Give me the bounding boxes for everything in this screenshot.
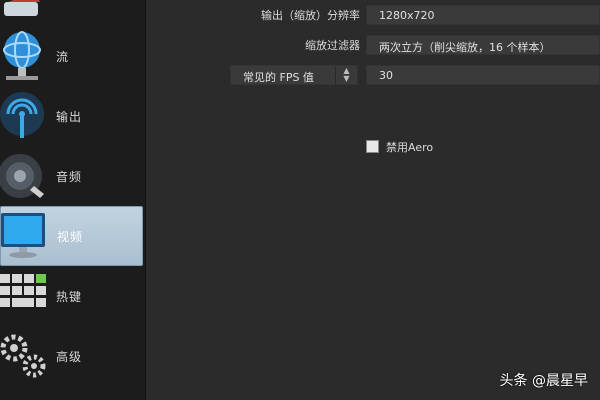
sidebar-item-label: 流	[56, 49, 70, 64]
output-resolution-label: 输出（缩放）分辨率	[261, 9, 360, 22]
fps-row: 常见的 FPS 值 ▲ ▼ 30	[146, 64, 600, 86]
sidebar-item-video[interactable]: 视频	[0, 206, 143, 266]
sidebar-item-output[interactable]: 输出	[0, 86, 145, 146]
chevron-updown-icon[interactable]: ▲ ▼	[335, 66, 357, 84]
sidebar-item-advanced[interactable]: 高级	[0, 326, 145, 386]
sidebar-item-label: 热键	[56, 289, 83, 304]
sidebar-item-audio[interactable]: 音频	[0, 146, 145, 206]
globe-stream-icon	[0, 26, 50, 86]
sidebar-item-label: 音频	[56, 169, 83, 184]
downscale-filter-label: 缩放过滤器	[305, 39, 360, 52]
monitor-video-icon	[1, 207, 51, 267]
fps-type-value: 常见的 FPS 值	[243, 71, 314, 84]
video-settings-panel: 输出（缩放）分辨率 1280x720 缩放过滤器 两次立方（削尖缩放，16 个样…	[146, 0, 600, 400]
fps-type-select[interactable]: 常见的 FPS 值 ▲ ▼	[230, 65, 358, 85]
sidebar-item-label: 视频	[57, 229, 84, 244]
sidebar-item-label: 输出	[56, 109, 83, 124]
output-resolution-combobox[interactable]: 1280x720	[366, 5, 600, 25]
disable-aero-label: 禁用Aero	[386, 141, 434, 154]
sidebar-item-stream[interactable]: 流	[0, 26, 145, 86]
sidebar-item-hotkeys[interactable]: 热键	[0, 266, 145, 326]
sidebar-item-label: 高级	[56, 349, 83, 364]
downscale-filter-combobox[interactable]: 两次立方（削尖缩放，16 个样本）	[366, 35, 600, 55]
keyboard-hotkey-icon	[0, 266, 50, 326]
antenna-output-icon	[0, 86, 50, 146]
output-resolution-row: 输出（缩放）分辨率 1280x720	[146, 4, 600, 26]
gears-advanced-icon	[0, 326, 50, 386]
watermark-text: 头条 @晨星早	[499, 373, 588, 389]
fps-value-combobox[interactable]: 30	[366, 65, 600, 85]
settings-sidebar: 流 输出 音频 视频 热键 高级	[0, 0, 146, 400]
disable-aero-checkbox[interactable]	[366, 140, 379, 153]
downscale-filter-row: 缩放过滤器 两次立方（削尖缩放，16 个样本）	[146, 34, 600, 56]
speaker-audio-icon	[0, 146, 50, 206]
